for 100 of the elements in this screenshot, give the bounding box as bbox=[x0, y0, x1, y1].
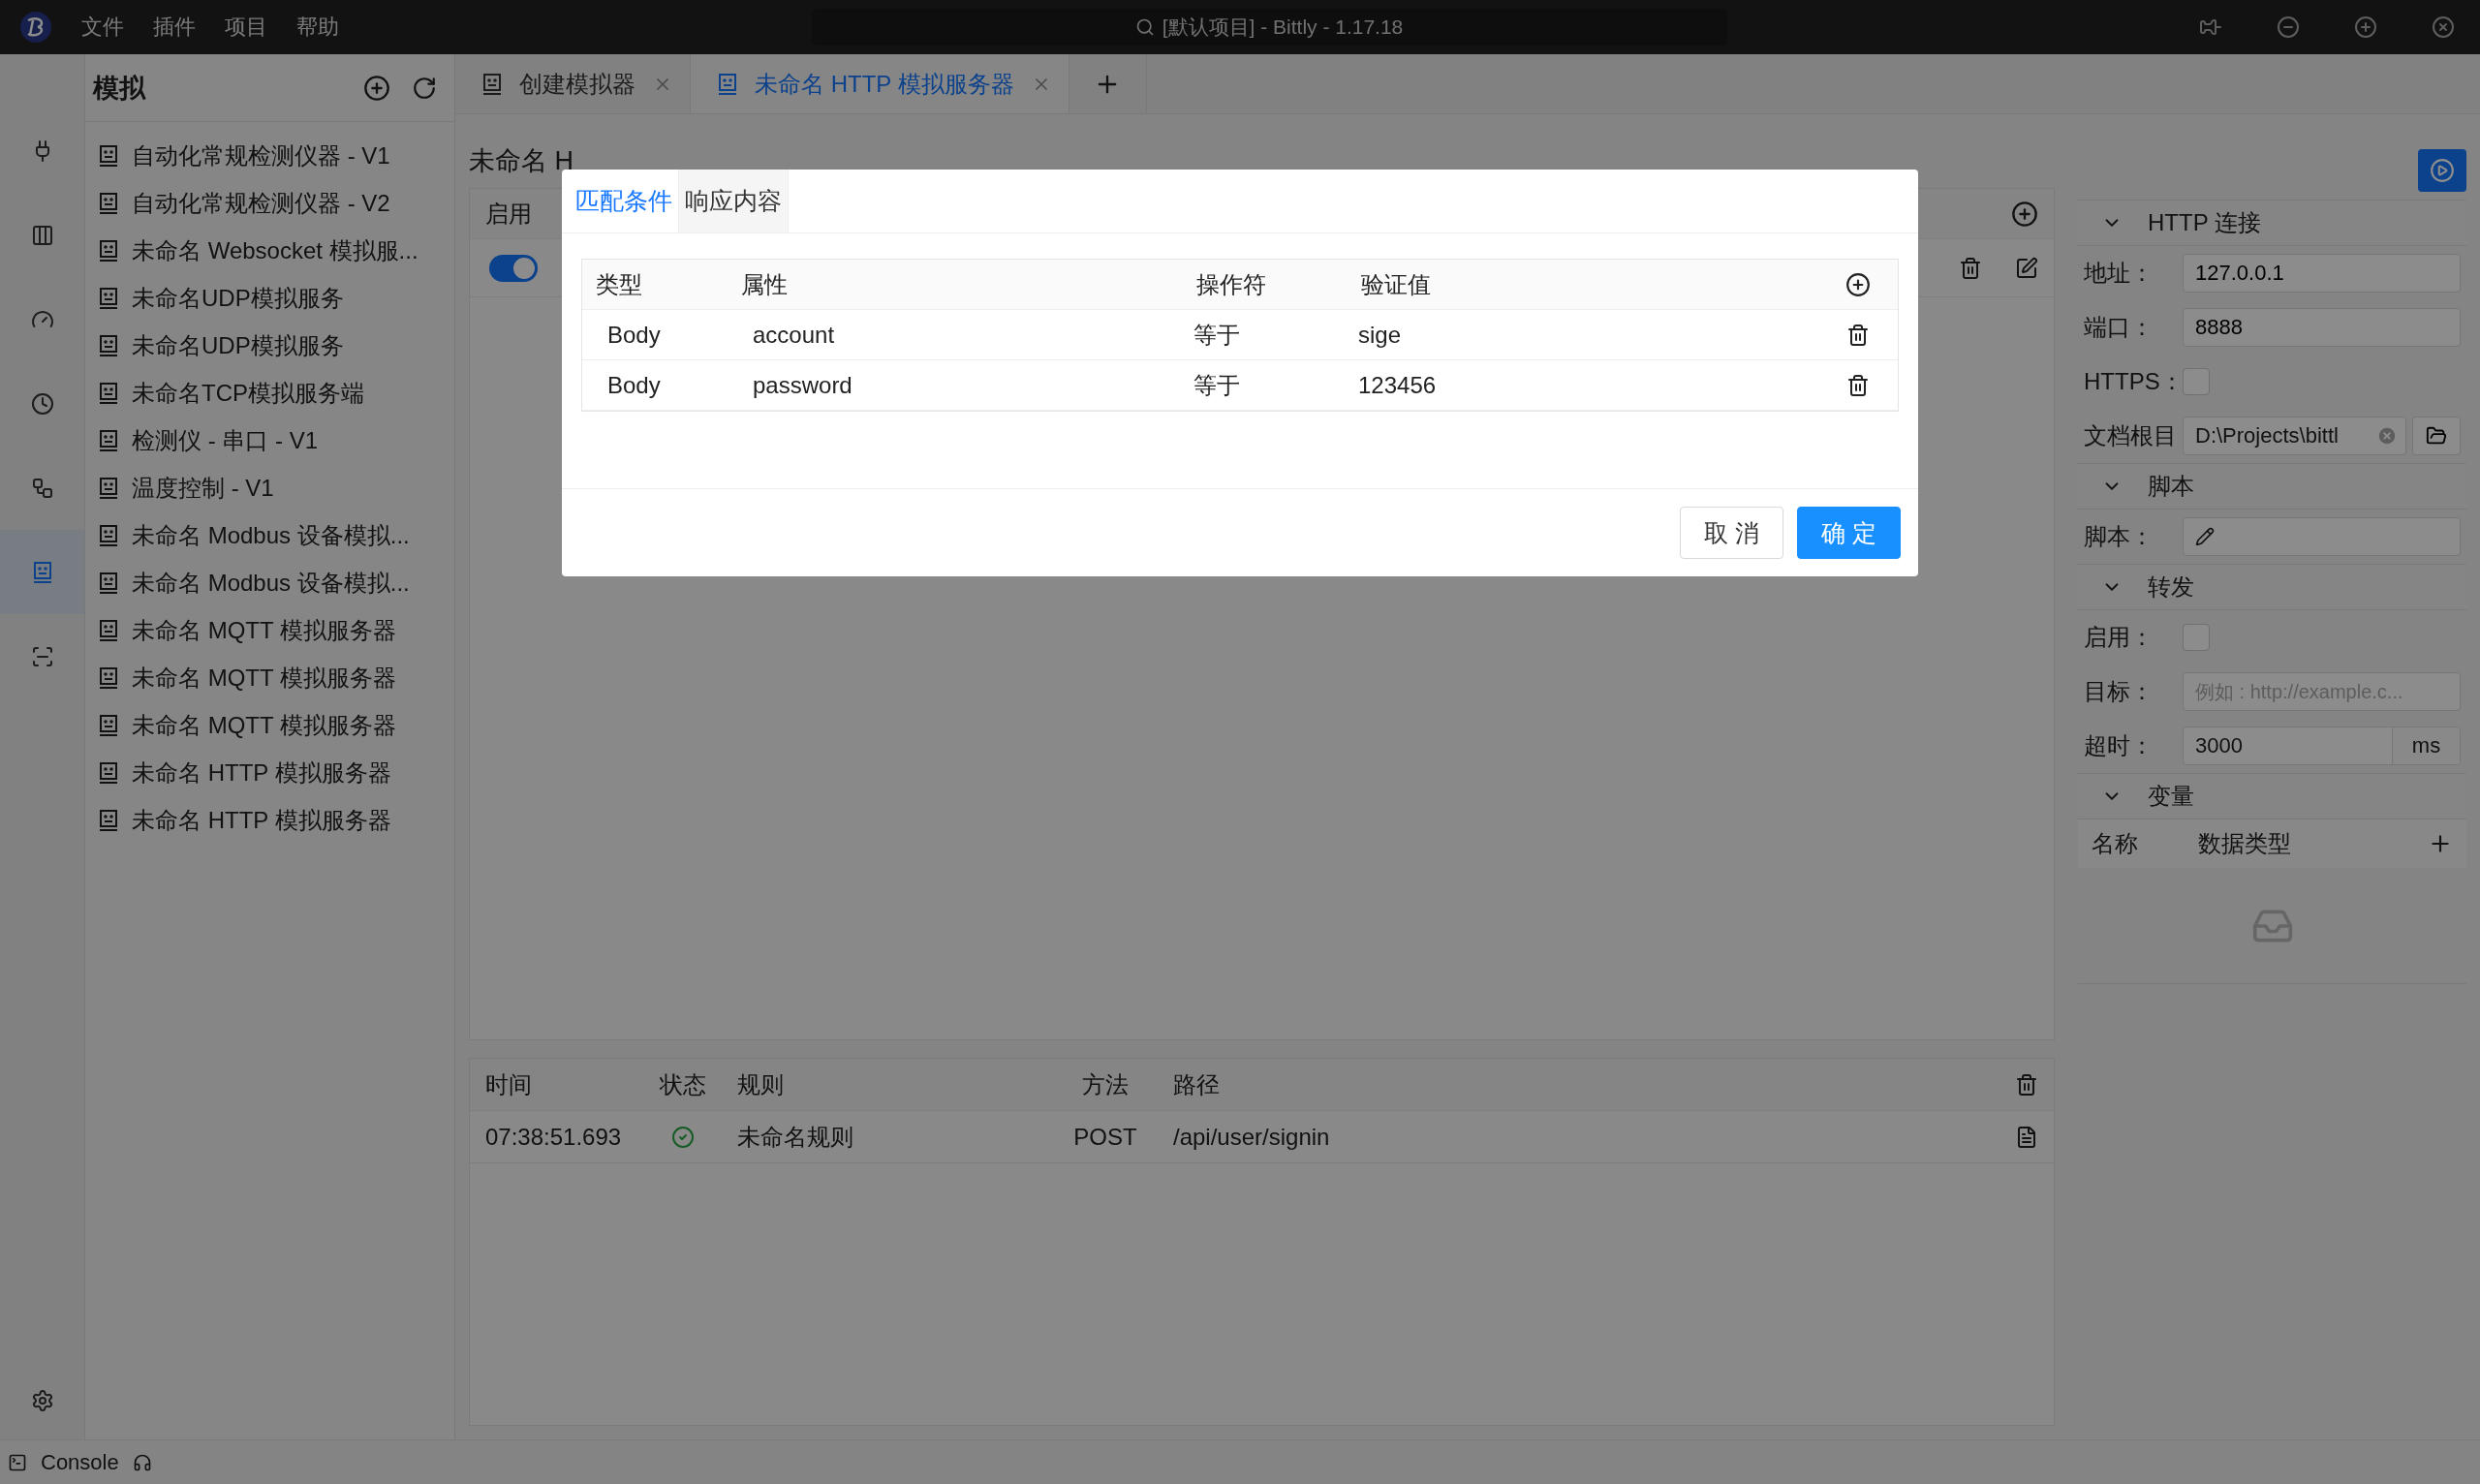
time-cell-text: 07:38:51.693 bbox=[485, 1123, 623, 1151]
sidebar-item[interactable]: 自动化常规检测仪器 - V1 bbox=[132, 139, 390, 171]
edit-icon[interactable] bbox=[2015, 256, 2038, 280]
sidebar-item[interactable]: 检测仪 - 串口 - V1 bbox=[132, 424, 318, 456]
sidebar-item[interactable]: 未命名TCP模拟服务端 bbox=[132, 377, 364, 409]
sidebar-item[interactable]: 未命名 Websocket 模拟服... bbox=[132, 234, 418, 266]
headphones-icon[interactable] bbox=[132, 1452, 152, 1472]
type-cell-text: Body bbox=[607, 371, 662, 399]
simulator-icon bbox=[99, 191, 118, 215]
field-label: 地址： bbox=[2084, 259, 2154, 288]
simulator-icon bbox=[99, 428, 118, 452]
rule-cell-text: 未命名规则 bbox=[737, 1122, 854, 1152]
delete-icon[interactable] bbox=[1846, 323, 1870, 347]
sidebar-item[interactable]: 未命名 HTTP 模拟服务器 bbox=[132, 757, 391, 788]
run-button[interactable] bbox=[2418, 149, 2466, 192]
path-cell: /api/user/signin bbox=[1173, 1123, 1330, 1151]
console-button[interactable]: Console bbox=[41, 1449, 119, 1475]
settings-icon[interactable] bbox=[30, 1389, 54, 1412]
simulator-icon bbox=[99, 760, 118, 785]
sidebar-item[interactable]: 未命名 MQTT 模拟服务器 bbox=[132, 709, 396, 741]
dialog-tab[interactable]: 响应内容 bbox=[679, 170, 789, 232]
section-header[interactable]: 变量 bbox=[2078, 773, 2466, 819]
sidebar-item[interactable]: 未命名UDP模拟服务 bbox=[132, 282, 344, 314]
field-label: 目标： bbox=[2084, 677, 2154, 706]
sidebar-item[interactable]: 温度控制 - V1 bbox=[132, 472, 274, 504]
simulator-icon bbox=[99, 381, 118, 405]
enable-switch[interactable] bbox=[489, 254, 538, 282]
sidebar-title: 模拟 bbox=[93, 72, 145, 105]
sidebar-item[interactable]: 未命名 Modbus 设备模拟... bbox=[132, 519, 410, 551]
columns-icon bbox=[30, 223, 54, 247]
property-cell-text: password bbox=[753, 371, 853, 399]
app-logo-icon bbox=[19, 11, 52, 44]
operator-cell-text: 等于 bbox=[1194, 370, 1241, 400]
refresh-icon[interactable] bbox=[412, 75, 437, 101]
simulator-icon bbox=[99, 476, 118, 500]
menu-item[interactable]: 插件 bbox=[153, 13, 196, 42]
text-field[interactable]: 8888 bbox=[2183, 308, 2461, 347]
simulator-icon bbox=[99, 665, 118, 690]
sidebar-item[interactable]: 未命名 MQTT 模拟服务器 bbox=[132, 614, 396, 646]
column-header: 状态 bbox=[660, 1069, 707, 1099]
delete-icon[interactable] bbox=[1846, 373, 1870, 397]
checkbox[interactable] bbox=[2183, 624, 2210, 651]
simulator-icon bbox=[99, 143, 118, 168]
field-label: 端口： bbox=[2084, 313, 2154, 342]
minimize-icon[interactable] bbox=[2277, 15, 2300, 39]
column-header: 类型 bbox=[596, 269, 643, 299]
script-field[interactable] bbox=[2183, 517, 2461, 556]
value-cell-text: sige bbox=[1358, 321, 1403, 349]
tab[interactable]: 未命名 HTTP 模拟服务器 bbox=[691, 54, 1070, 113]
confirm-button[interactable]: 确 定 bbox=[1797, 507, 1901, 559]
property-cell-text: account bbox=[753, 321, 836, 349]
close-icon[interactable] bbox=[2432, 15, 2455, 39]
search-field[interactable]: [默认项目] - Bittly - 1.17.18 bbox=[811, 9, 1727, 46]
simulator-icon bbox=[99, 713, 118, 737]
field-label: HTTPS： bbox=[2084, 367, 2177, 396]
add-icon[interactable] bbox=[1845, 271, 1871, 297]
cancel-button[interactable]: 取 消 bbox=[1680, 507, 1784, 559]
simulator-icon bbox=[99, 333, 118, 357]
column-header: 名称 bbox=[2092, 829, 2139, 858]
timeout-field[interactable]: 3000 ms bbox=[2183, 727, 2461, 765]
browse-button[interactable] bbox=[2412, 417, 2461, 455]
play-icon bbox=[2430, 158, 2455, 183]
simulator-icon bbox=[99, 808, 118, 832]
simulator-icon bbox=[99, 238, 118, 263]
menu-item[interactable]: 项目 bbox=[225, 13, 267, 42]
column-header: 操作符 bbox=[1196, 269, 1267, 299]
simulator-icon bbox=[32, 560, 52, 584]
clear-icon[interactable] bbox=[2376, 425, 2398, 447]
section-header[interactable]: 脚本 bbox=[2078, 463, 2466, 510]
column-header: 属性 bbox=[741, 269, 789, 299]
column-header: 数据类型 bbox=[2198, 829, 2292, 858]
simulator-icon bbox=[99, 618, 118, 642]
activity-item[interactable] bbox=[0, 530, 84, 614]
method-cell-text: POST bbox=[1072, 1123, 1138, 1151]
search-icon bbox=[1134, 17, 1155, 37]
column-header: 启用 bbox=[485, 199, 532, 229]
field-label: 脚本： bbox=[2084, 522, 2154, 551]
menu-item[interactable]: 文件 bbox=[81, 13, 124, 42]
sidebar-item[interactable]: 未命名 Modbus 设备模拟... bbox=[132, 567, 410, 599]
terminal-icon bbox=[8, 1452, 27, 1472]
maximize-icon[interactable] bbox=[2354, 15, 2377, 39]
section-header[interactable]: HTTP 连接 bbox=[2078, 200, 2466, 246]
column-header: 时间 bbox=[485, 1069, 533, 1099]
clock-icon bbox=[30, 391, 54, 416]
sidebar-item[interactable]: 自动化常规检测仪器 - V2 bbox=[132, 187, 390, 219]
checkbox[interactable] bbox=[2183, 368, 2210, 395]
sidebar-item[interactable]: 未命名 HTTP 模拟服务器 bbox=[132, 804, 391, 836]
sidebar-item[interactable]: 未命名UDP模拟服务 bbox=[132, 329, 344, 361]
simulator-icon bbox=[99, 286, 118, 310]
simulator-icon bbox=[482, 72, 502, 96]
field-label: 文档根目 bbox=[2084, 421, 2177, 450]
text-field[interactable]: 127.0.0.1 bbox=[2183, 254, 2461, 293]
path-field[interactable]: D:\Projects\bittl bbox=[2183, 417, 2406, 455]
field-label: 启用： bbox=[2084, 623, 2154, 652]
section-header[interactable]: 转发 bbox=[2078, 564, 2466, 610]
unit-label: ms bbox=[2392, 727, 2460, 764]
sidebar-item[interactable]: 未命名 MQTT 模拟服务器 bbox=[132, 662, 396, 694]
menu-item[interactable]: 帮助 bbox=[296, 13, 339, 42]
document-icon[interactable] bbox=[2015, 1125, 2038, 1149]
pencil-icon bbox=[2195, 527, 2215, 546]
